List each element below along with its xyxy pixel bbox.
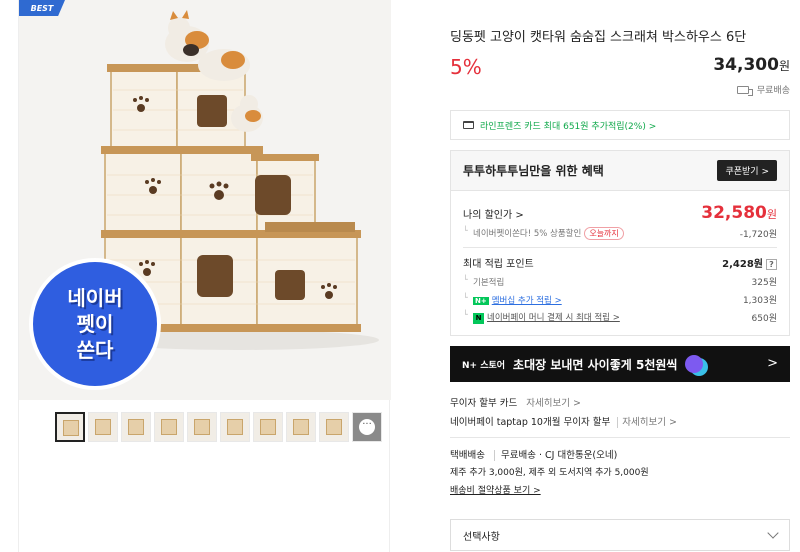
basic-points-row: 기본적립 325원 [463,275,777,289]
section-divider [450,437,790,438]
membership-points-row: N+멤버십 추가 적립 > 1,303원 [463,293,777,307]
naver-pet-label: 네이버펫이쏜다! 5% 상품할인오늘까지 [463,226,624,240]
more-thumbnails-button[interactable]: ··· [352,412,382,442]
installment-line-2: 네이버페이 taptap 10개월 무이자 할부 자세히보기 > [450,414,790,428]
nplus-store-logo: N+ 스토어 [462,360,506,371]
discount-rate: 5% [450,55,482,79]
thumbnail[interactable] [88,412,118,442]
price-value: 34,300 [713,55,779,75]
promo-line-1: 네이버 [67,286,123,310]
points-label: 최대 적립 포인트 [463,259,534,270]
best-badge: BEST [19,0,65,16]
my-discount-value: 32,580 [701,203,767,223]
thumbnail[interactable] [220,412,250,442]
installment-line-1: 무이자 할부 카드 자세히보기 > [450,395,790,409]
benefit-header: 투투하투투님만을 위한 혜택 쿠폰받기 > [451,151,789,191]
npay-points-link[interactable]: 네이버페이 머니 결제 시 최대 적립 > [487,313,620,323]
help-icon[interactable]: ? [766,259,777,270]
my-discount-label[interactable]: 나의 할인가 > [463,206,524,221]
points-total: 2,428원? [722,255,777,270]
membership-points-link[interactable]: 멤버십 추가 적립 > [492,296,562,306]
thumbnail[interactable] [253,412,283,442]
gem-icon [685,355,704,373]
installment-card-label: 무이자 할부 카드 [450,398,518,409]
chevron-down-icon [767,527,779,539]
delivery-line: 택배배송 무료배송 · CJ 대한통운(오네) [450,447,790,461]
banner-text: 초대장 보내면 사이좋게 5천원씩 [513,357,678,372]
thumbnail[interactable] [319,412,349,442]
coupon-button[interactable]: 쿠폰받기 > [717,160,777,181]
thumbnail-strip: ··· [55,412,382,442]
shipping-info: 무료배송 [736,83,790,96]
npay-points-row: N네이버페이 머니 결제 시 최대 적립 > 650원 [463,310,777,324]
delivery-type: 택배배송 [450,450,485,461]
membership-points-value: 1,303원 [742,296,777,306]
points-row: 최대 적립 포인트 2,428원? [463,255,777,270]
benefit-title: 투투하투투님만을 위한 혜택 [463,164,604,178]
delivery-detail: 무료배송 · CJ 대한통운(오네) [494,450,618,461]
my-discount-unit: 원 [766,208,777,221]
price: 34,300원 [713,55,790,75]
thumbnail[interactable] [121,412,151,442]
product-gallery: BEST 네이버 펫이 쏜다 ··· [18,0,391,552]
promo-sticker: 네이버 펫이 쏜다 [29,258,161,390]
option-select-label: 선택사항 [463,531,500,543]
naver-pet-discount-row: 네이버펫이쏜다! 5% 상품할인오늘까지 -1,720원 [463,226,777,240]
today-only-badge: 오늘까지 [584,227,624,240]
delivery-extra: 제주 추가 3,000원, 제주 외 도서지역 추가 5,000원 [450,468,649,478]
naver-plus-icon: N+ [473,296,489,305]
truck-icon [736,85,753,96]
basic-points-label: 기본적립 [463,275,504,288]
naver-pay-icon: N [473,313,484,324]
taptap-detail-link[interactable]: 자세히보기 > [617,417,677,428]
basic-points-value: 325원 [751,278,777,288]
thumbnail[interactable] [154,412,184,442]
membership-points-label[interactable]: N+멤버십 추가 적립 > [463,293,562,306]
promo-line-3: 쏜다 [76,338,114,362]
installment-detail-link[interactable]: 자세히보기 > [526,398,581,409]
shipping-saver-link[interactable]: 배송비 절약상품 보기 > [450,483,790,496]
shipping-label: 무료배송 [756,86,790,96]
thumbnail[interactable] [55,412,85,442]
npay-points-label[interactable]: N네이버페이 머니 결제 시 최대 적립 > [463,310,620,324]
points-value: 2,428원 [722,259,763,270]
benefit-divider [463,247,777,248]
more-icon: ··· [359,419,375,435]
card-benefit-box[interactable]: 라인프렌즈 카드 최대 651원 추가적립(2%) > [450,110,790,140]
option-select[interactable]: 선택사항 [450,519,790,551]
my-discount-row: 나의 할인가 > 32,580원 [463,203,777,223]
thumbnail[interactable] [187,412,217,442]
promo-line-2: 펫이 [76,312,114,336]
chevron-right-icon: > [767,356,778,371]
my-discount-price: 32,580원 [701,203,777,223]
credit-card-icon [463,121,474,129]
product-title: 딩동펫 고양이 캣타워 숨숨집 스크래쳐 박스하우스 6단 [450,30,747,45]
member-benefit-panel: 투투하투투님만을 위한 혜택 쿠폰받기 > 나의 할인가 > 32,580원 네… [450,150,790,336]
taptap-installment-label: 네이버페이 taptap 10개월 무이자 할부 [450,417,611,428]
thumbnail[interactable] [286,412,316,442]
naver-pet-value: -1,720원 [739,230,777,240]
price-unit: 원 [778,59,790,73]
invite-banner[interactable]: N+ 스토어 초대장 보내면 사이좋게 5천원씩 > [450,346,790,382]
npay-points-value: 650원 [751,314,777,324]
naver-pet-text: 네이버펫이쏜다! 5% 상품할인 [473,229,582,239]
card-benefit-text: 라인프렌즈 카드 최대 651원 추가적립(2%) > [480,121,657,132]
